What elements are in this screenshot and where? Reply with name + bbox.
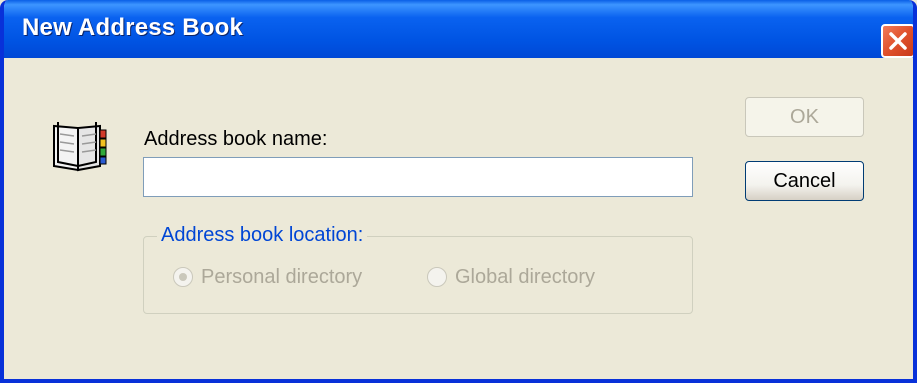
address-book-icon <box>53 122 107 172</box>
close-button[interactable] <box>881 24 913 58</box>
dialog-title: New Address Book <box>22 14 244 41</box>
personal-directory-radio[interactable]: Personal directory <box>173 263 362 291</box>
global-directory-label: Global directory <box>455 265 596 288</box>
personal-directory-label: Personal directory <box>201 265 363 288</box>
ok-button[interactable]: OK <box>745 97 864 137</box>
radio-checked-icon <box>173 267 193 287</box>
address-book-name-label: Address book name: <box>144 128 328 150</box>
close-icon <box>889 32 907 50</box>
radio-unchecked-icon <box>427 267 447 287</box>
address-book-location-legend: Address book location: <box>157 224 368 247</box>
cancel-button[interactable]: Cancel <box>745 161 864 201</box>
global-directory-radio[interactable]: Global directory <box>427 263 595 291</box>
address-book-name-input[interactable] <box>143 157 693 197</box>
title-bar[interactable]: New Address Book <box>4 0 913 58</box>
